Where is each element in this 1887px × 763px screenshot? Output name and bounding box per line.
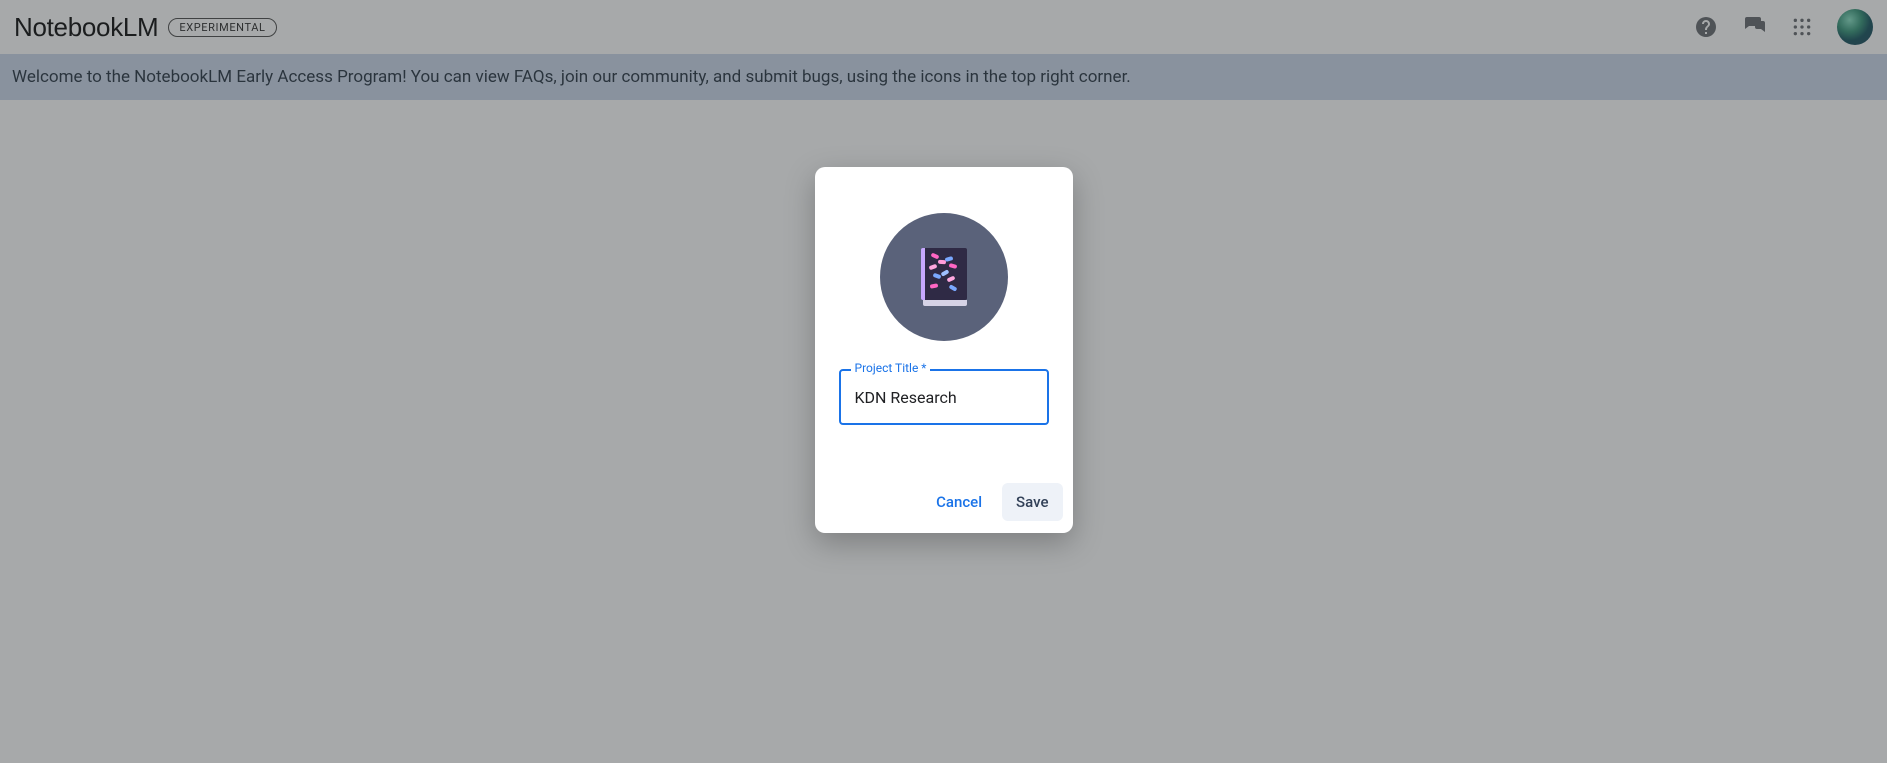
project-title-input[interactable] [839,369,1049,425]
modal-scrim[interactable]: Project Title * Cancel Save [0,0,1887,763]
notebook-icon [921,248,967,306]
project-title-field-wrap: Project Title * [839,369,1049,425]
project-title-label: Project Title * [851,361,931,375]
notebook-illustration [880,213,1008,341]
dialog-actions: Cancel Save [922,483,1062,521]
save-button[interactable]: Save [1002,483,1062,521]
app-root: NotebookLM EXPERIMENTAL Welcome to the N… [0,0,1887,763]
create-project-dialog: Project Title * Cancel Save [815,167,1073,533]
cancel-button[interactable]: Cancel [922,483,996,521]
